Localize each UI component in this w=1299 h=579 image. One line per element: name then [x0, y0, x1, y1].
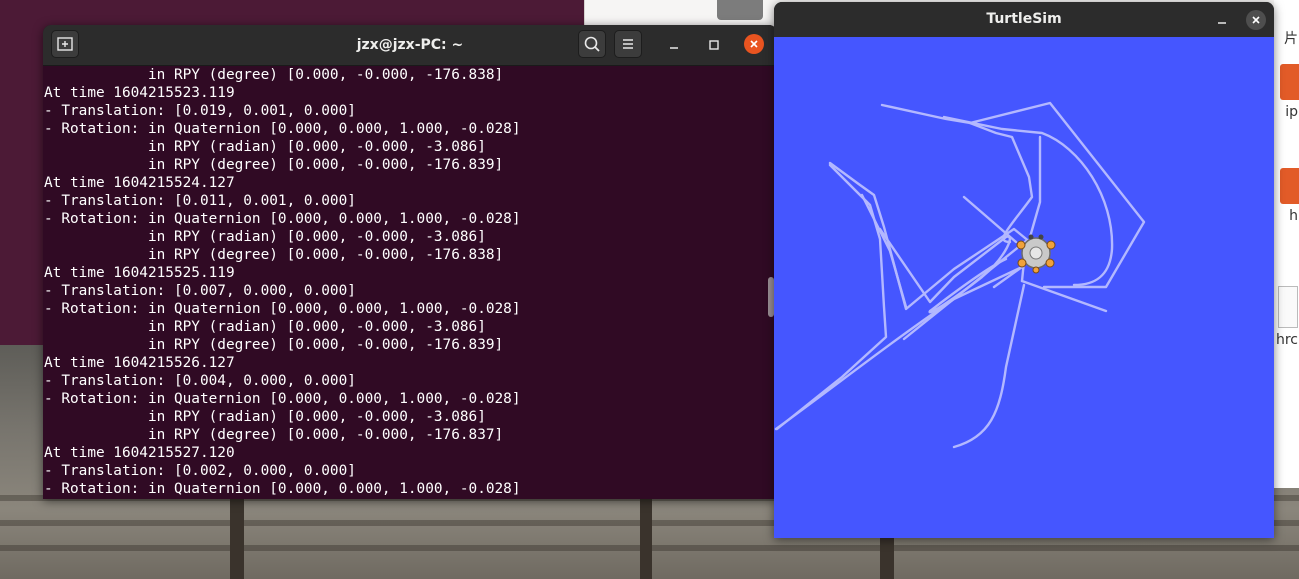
terminal-output-line: At time 1604215523.119: [44, 85, 235, 101]
file-manager-toolbar-button[interactable]: [717, 0, 763, 20]
folder-icon[interactable]: [1280, 64, 1299, 100]
minimize-button[interactable]: [664, 35, 684, 55]
terminal-output-line: in RPY (degree) [0.000, -0.000, -176.838…: [44, 67, 504, 83]
terminal-output-line: in RPY (degree) [0.000, -0.000, -176.839…: [44, 337, 504, 353]
terminal-output-line: At time 1604215526.127: [44, 355, 235, 371]
turtle-icon: [1016, 234, 1056, 274]
new-tab-icon: [57, 37, 73, 51]
terminal-output-line: in RPY (radian) [0.000, -0.000, -3.086]: [44, 229, 486, 245]
new-tab-button[interactable]: [51, 30, 79, 58]
hamburger-icon: [623, 39, 633, 49]
maximize-icon: [709, 40, 719, 50]
terminal-output-line: - Translation: [0.019, 0.001, 0.000]: [44, 103, 356, 119]
terminal-output-line: - Translation: [0.004, 0.000, 0.000]: [44, 373, 356, 389]
terminal-output-line: in RPY (degree) [0.000, -0.000, -176.837…: [44, 427, 504, 443]
terminal-output-line: in RPY (degree) [0.000, -0.000, -176.839…: [44, 157, 504, 173]
terminal-output-line: - Translation: [0.002, 0.000, 0.000]: [44, 463, 356, 479]
terminal-output[interactable]: in RPY (degree) [0.000, -0.000, -176.838…: [43, 66, 765, 499]
hamburger-menu-button[interactable]: [614, 30, 642, 58]
terminal-output-line: - Rotation: in Quaternion [0.000, 0.000,…: [44, 121, 521, 137]
boardwalk-post: [230, 495, 244, 579]
terminal-output-line: - Translation: [0.011, 0.001, 0.000]: [44, 193, 356, 209]
search-button[interactable]: [578, 30, 606, 58]
terminal-output-line: - Rotation: in Quaternion [0.000, 0.000,…: [44, 301, 521, 317]
turtlesim-window[interactable]: TurtleSim: [774, 2, 1274, 538]
file-label-fragment: ip: [1285, 104, 1298, 120]
terminal-output-line: in RPY (radian) [0.000, -0.000, -3.086]: [44, 319, 486, 335]
search-icon: [584, 36, 600, 52]
terminal-output-line: in RPY (radian) [0.000, -0.000, -3.086]: [44, 139, 486, 155]
terminal-output-line: At time 1604215524.127: [44, 175, 235, 191]
maximize-button[interactable]: [704, 35, 724, 55]
terminal-output-line: in RPY (degree) [0.000, -0.000, -176.838…: [44, 247, 504, 263]
folder-icon[interactable]: [1280, 168, 1299, 204]
terminal-output-line: - Rotation: in Quaternion [0.000, 0.000,…: [44, 211, 521, 227]
turtle-trail: [774, 265, 1024, 431]
file-label-fragment: h: [1289, 208, 1298, 224]
file-manager-item-column: 片 ip h hrc: [1274, 0, 1299, 488]
turtlesim-canvas: [774, 37, 1274, 538]
terminal-output-line: At time 1604215527.120: [44, 445, 235, 461]
terminal-window[interactable]: jzx@jzx-PC: ~ in RPY (degree) [0.000, -0…: [43, 25, 777, 499]
terminal-output-line: At time 1604215525.119: [44, 265, 235, 281]
boardwalk-post: [640, 495, 652, 579]
turtlesim-close-button[interactable]: [1246, 10, 1266, 30]
close-button[interactable]: [744, 34, 764, 54]
terminal-output-line: in RPY (radian) [0.000, -0.000, -3.086]: [44, 409, 486, 425]
close-icon: [1252, 16, 1260, 24]
terminal-output-line: - Translation: [0.007, 0.000, 0.000]: [44, 283, 356, 299]
close-icon: [750, 40, 758, 48]
terminal-output-line: - Rotation: in Quaternion [0.000, 0.000,…: [44, 391, 521, 407]
turtle-trail: [952, 283, 1026, 449]
turtle-trail: [1020, 279, 1108, 313]
turtlesim-title: TurtleSim: [986, 11, 1062, 27]
terminal-output-line: - Rotation: in Quaternion [0.000, 0.000,…: [44, 481, 521, 497]
turtlesim-minimize-button[interactable]: [1212, 10, 1232, 30]
file-label-fragment: hrc: [1275, 332, 1298, 348]
turtlesim-header-bar[interactable]: TurtleSim: [774, 2, 1274, 37]
turtle-trail: [828, 161, 1038, 311]
turtle-trail-drawing: [774, 101, 1146, 449]
file-label-fragment: 片: [1284, 31, 1298, 47]
minimize-icon: [670, 47, 678, 49]
terminal-header-bar[interactable]: jzx@jzx-PC: ~: [43, 25, 777, 66]
turtle-trail: [962, 195, 1018, 244]
text-file-icon[interactable]: [1278, 286, 1298, 328]
turtle-trail: [968, 121, 1034, 244]
minimize-icon: [1218, 22, 1226, 24]
